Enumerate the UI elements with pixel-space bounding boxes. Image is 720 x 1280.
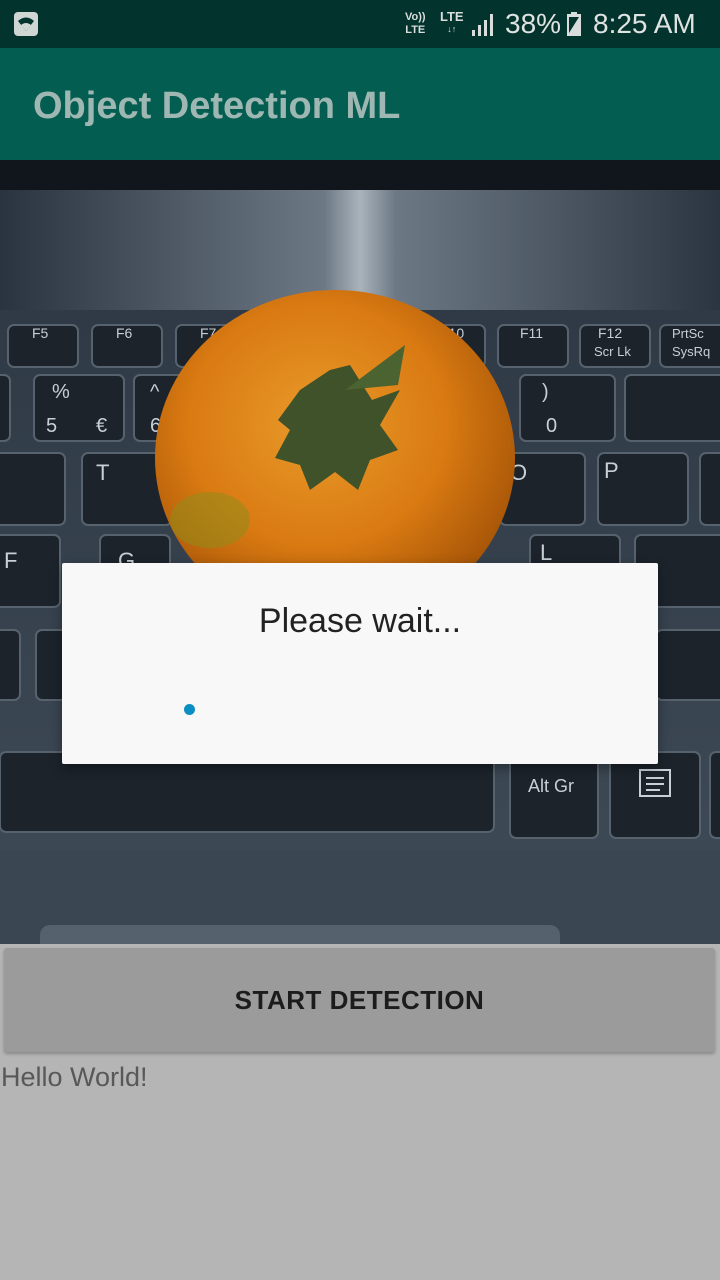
volte-line2: LTE: [405, 24, 426, 36]
volte-icon: Vo)) LTE: [405, 11, 426, 37]
key-label: L: [540, 540, 552, 565]
battery-percent: 38%: [505, 8, 562, 39]
wifi-icon: [14, 12, 38, 36]
camera-preview-image: F5 F6 F7 F10 F11 F12 Scr Lk PrtSc SysRq …: [0, 160, 720, 944]
key-label: ): [542, 381, 549, 403]
key-label: SysRq: [672, 344, 710, 359]
key-label: F: [4, 548, 17, 573]
dialog-message: Please wait...: [258, 602, 462, 640]
progress-dialog: Please wait...: [62, 563, 658, 764]
app-title: Object Detection ML: [33, 85, 401, 127]
key-label: F11: [520, 325, 543, 341]
key-label: T: [96, 460, 109, 485]
result-text: Hello World!: [1, 1062, 148, 1092]
start-detection-button[interactable]: START DETECTION: [4, 948, 715, 1052]
key-label: F6: [116, 325, 133, 341]
data-arrows-icon: ↓↑: [447, 24, 457, 34]
screen: Vo)) LTE LTE ↓↑ 38% 8:25 AM Object Detec…: [0, 0, 720, 1280]
loading-spinner-icon: [184, 704, 195, 715]
key-label: F12: [598, 325, 622, 341]
key-label: Scr Lk: [594, 344, 631, 359]
key-label: €: [96, 415, 107, 437]
battery-icon: [567, 12, 581, 36]
key-label: 5: [46, 415, 57, 437]
key-label: Alt Gr: [528, 776, 574, 796]
network-type: LTE: [440, 9, 464, 24]
key-label: PrtSc: [672, 326, 704, 341]
key-label: F5: [32, 325, 49, 341]
key-label: P: [604, 458, 619, 483]
key-label: 0: [546, 415, 557, 437]
key-label: %: [52, 381, 70, 403]
clock: 8:25 AM: [593, 8, 696, 39]
status-bar: Vo)) LTE LTE ↓↑ 38% 8:25 AM: [0, 0, 720, 48]
app-bar: Object Detection ML: [0, 48, 720, 160]
network-indicator: LTE ↓↑: [440, 9, 464, 35]
key-label: ^: [150, 381, 160, 403]
volte-line1: Vo)): [405, 11, 426, 23]
signal-icon: [472, 14, 493, 36]
